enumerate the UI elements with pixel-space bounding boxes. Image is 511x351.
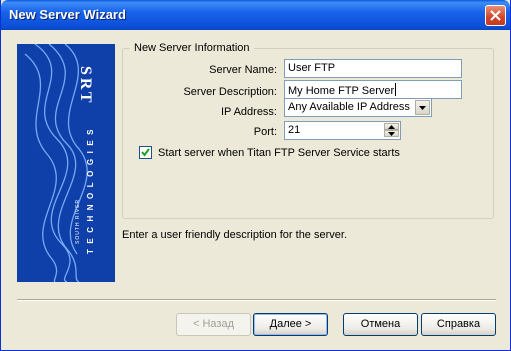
server-name-input[interactable]: User FTP bbox=[284, 59, 462, 78]
back-button[interactable]: < Назад bbox=[176, 313, 251, 336]
ip-address-label: IP Address: bbox=[220, 106, 277, 118]
hint-text: Enter a user friendly description for th… bbox=[122, 229, 347, 241]
server-name-label: Server Name: bbox=[209, 64, 277, 76]
close-icon bbox=[490, 10, 501, 21]
spin-down-button[interactable] bbox=[384, 130, 399, 137]
banner-company-large: TECHNOLOGIES bbox=[86, 124, 95, 254]
spin-buttons bbox=[384, 123, 399, 138]
arrow-down-icon bbox=[388, 132, 395, 136]
group-legend: New Server Information bbox=[130, 42, 254, 54]
arrow-up-icon bbox=[388, 125, 395, 129]
next-button[interactable]: Далее > bbox=[253, 313, 328, 336]
ip-address-value: Any Available IP Address bbox=[288, 101, 410, 113]
brand-banner: SRT SOUTH RIVER TECHNOLOGIES bbox=[17, 43, 115, 283]
server-name-value: User FTP bbox=[288, 62, 336, 74]
port-label: Port: bbox=[253, 126, 277, 138]
window-title: New Server Wizard bbox=[9, 7, 126, 22]
port-spinner[interactable]: 21 bbox=[284, 121, 401, 140]
help-button[interactable]: Справка bbox=[421, 313, 496, 336]
title-bar[interactable]: New Server Wizard bbox=[1, 0, 510, 30]
button-separator bbox=[17, 299, 496, 301]
server-description-input[interactable]: My Home FTP Server bbox=[284, 80, 462, 99]
port-value: 21 bbox=[288, 124, 301, 136]
new-server-wizard-window: New Server Wizard SRT SOUTH RIVER TECHNO… bbox=[0, 0, 511, 351]
banner-company-small: SOUTH RIVER bbox=[75, 199, 81, 244]
banner-brand: SRT bbox=[77, 66, 94, 106]
text-cursor bbox=[395, 83, 397, 96]
checkmark-icon bbox=[141, 148, 150, 157]
chevron-down-icon bbox=[419, 106, 426, 110]
srt-logo: SRT SOUTH RIVER TECHNOLOGIES bbox=[24, 43, 95, 283]
start-server-checkbox-label[interactable]: Start server when Titan FTP Server Servi… bbox=[158, 147, 400, 159]
spin-up-button[interactable] bbox=[384, 123, 399, 130]
close-button[interactable] bbox=[485, 5, 506, 26]
dropdown-arrow-button[interactable] bbox=[415, 100, 430, 115]
cancel-button[interactable]: Отмена bbox=[343, 313, 418, 336]
server-description-label: Server Description: bbox=[183, 86, 277, 98]
start-server-checkbox[interactable] bbox=[139, 146, 152, 159]
server-description-value: My Home FTP Server bbox=[288, 85, 395, 97]
ip-address-select[interactable]: Any Available IP Address bbox=[284, 98, 432, 117]
